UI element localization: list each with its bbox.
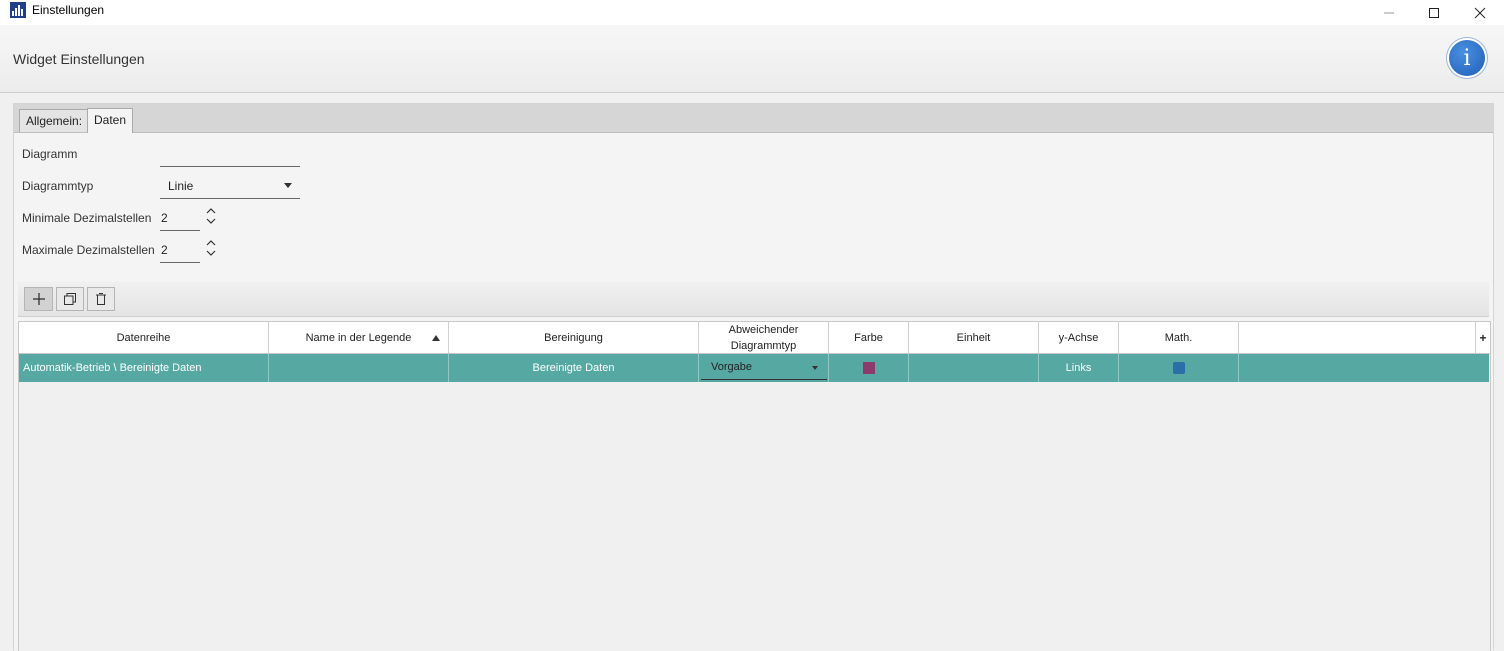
plus-icon (32, 293, 45, 305)
spinner-arrows-icon (206, 208, 216, 224)
column-datenreihe[interactable]: Datenreihe (19, 322, 269, 353)
min-dezimalstellen-input[interactable]: 2 (160, 204, 200, 231)
max-dezimalstellen-value: 2 (161, 243, 168, 257)
chevron-down-icon (812, 366, 818, 370)
sort-ascending-icon (432, 335, 440, 341)
column-name-in-der-legende[interactable]: Name in der Legende (269, 322, 449, 353)
cell-y-achse[interactable]: Links (1039, 354, 1119, 382)
math-indicator[interactable] (1172, 362, 1185, 374)
minimize-icon (1384, 12, 1394, 13)
info-icon: i (1463, 45, 1471, 71)
spinner-arrows-icon (206, 240, 216, 256)
maximize-icon (1429, 7, 1439, 18)
add-column-button[interactable]: + (1475, 322, 1490, 353)
column-abweichend-line1: Abweichender (728, 323, 799, 336)
maximize-button[interactable] (1411, 0, 1457, 25)
tab-allgemein[interactable]: Allgemein: (19, 109, 90, 132)
minimize-button[interactable] (1366, 0, 1412, 25)
cell-math[interactable] (1119, 354, 1239, 382)
diagrammtyp-select[interactable]: Linie (160, 172, 300, 199)
info-button[interactable]: i (1449, 40, 1485, 76)
max-dezimalstellen-label: Maximale Dezimalstellen (22, 243, 155, 257)
title-bar: Einstellungen (0, 0, 1504, 25)
diagrammtyp-value: Linie (168, 179, 194, 193)
column-einheit[interactable]: Einheit (909, 322, 1039, 353)
close-button[interactable] (1457, 0, 1503, 25)
table-row[interactable]: Automatik-Betrieb \ Bereinigte Daten Ber… (19, 354, 1489, 382)
tab-daten[interactable]: Daten (87, 108, 134, 133)
max-dezimalstellen-stepper[interactable] (200, 237, 222, 259)
column-farbe[interactable]: Farbe (829, 322, 909, 353)
color-swatch[interactable] (862, 362, 875, 374)
cell-name[interactable] (269, 354, 449, 382)
app-chart-icon (10, 2, 26, 18)
column-math[interactable]: Math. (1119, 322, 1239, 353)
column-abweichend-line2: Diagrammtyp (730, 339, 797, 352)
dialog-header: Widget Einstellungen i (0, 25, 1504, 93)
cell-diagrammtyp[interactable]: Vorgabe (699, 354, 829, 382)
diagrammtyp-cell-select[interactable]: Vorgabe (701, 356, 827, 380)
table-header: Datenreihe Name in der Legende Bereinigu… (19, 322, 1490, 354)
min-dezimalstellen-stepper[interactable] (200, 205, 222, 227)
diagramm-field[interactable] (160, 166, 300, 167)
copy-icon (64, 293, 76, 305)
diagrammtyp-cell-value: Vorgabe (711, 361, 752, 373)
min-dezimalstellen-value: 2 (161, 211, 168, 225)
cell-datenreihe: Automatik-Betrieb \ Bereinigte Daten (19, 354, 269, 382)
copy-series-button[interactable] (56, 287, 84, 311)
delete-series-button[interactable] (87, 287, 115, 311)
min-dezimalstellen-label: Minimale Dezimalstellen (22, 211, 152, 225)
cell-einheit[interactable] (909, 354, 1039, 382)
diagrammtyp-label: Diagrammtyp (22, 179, 94, 193)
chevron-down-icon (284, 183, 292, 188)
series-table: Datenreihe Name in der Legende Bereinigu… (18, 321, 1491, 651)
column-filler (1239, 322, 1475, 353)
cell-filler (1239, 354, 1489, 382)
diagramm-label: Diagramm (22, 147, 78, 161)
cell-bereinigung[interactable]: Bereinigte Daten (449, 354, 699, 382)
cell-farbe[interactable] (829, 354, 909, 382)
max-dezimalstellen-input[interactable]: 2 (160, 236, 200, 263)
column-name-label: Name in der Legende (305, 331, 412, 344)
page-title: Widget Einstellungen (13, 51, 145, 67)
column-bereinigung[interactable]: Bereinigung (449, 322, 699, 353)
series-toolbar (18, 282, 1489, 317)
tab-bar: Allgemein: Daten (14, 104, 1493, 133)
add-series-button[interactable] (24, 287, 53, 311)
window-title: Einstellungen (32, 3, 105, 17)
trash-icon (96, 293, 106, 305)
column-abweichender-diagrammtyp[interactable]: Abweichender Diagrammtyp (699, 322, 829, 353)
column-y-achse[interactable]: y-Achse (1039, 322, 1119, 353)
close-icon (1474, 7, 1486, 18)
content-panel: Allgemein: Daten Diagramm Diagrammtyp Li… (13, 103, 1494, 651)
